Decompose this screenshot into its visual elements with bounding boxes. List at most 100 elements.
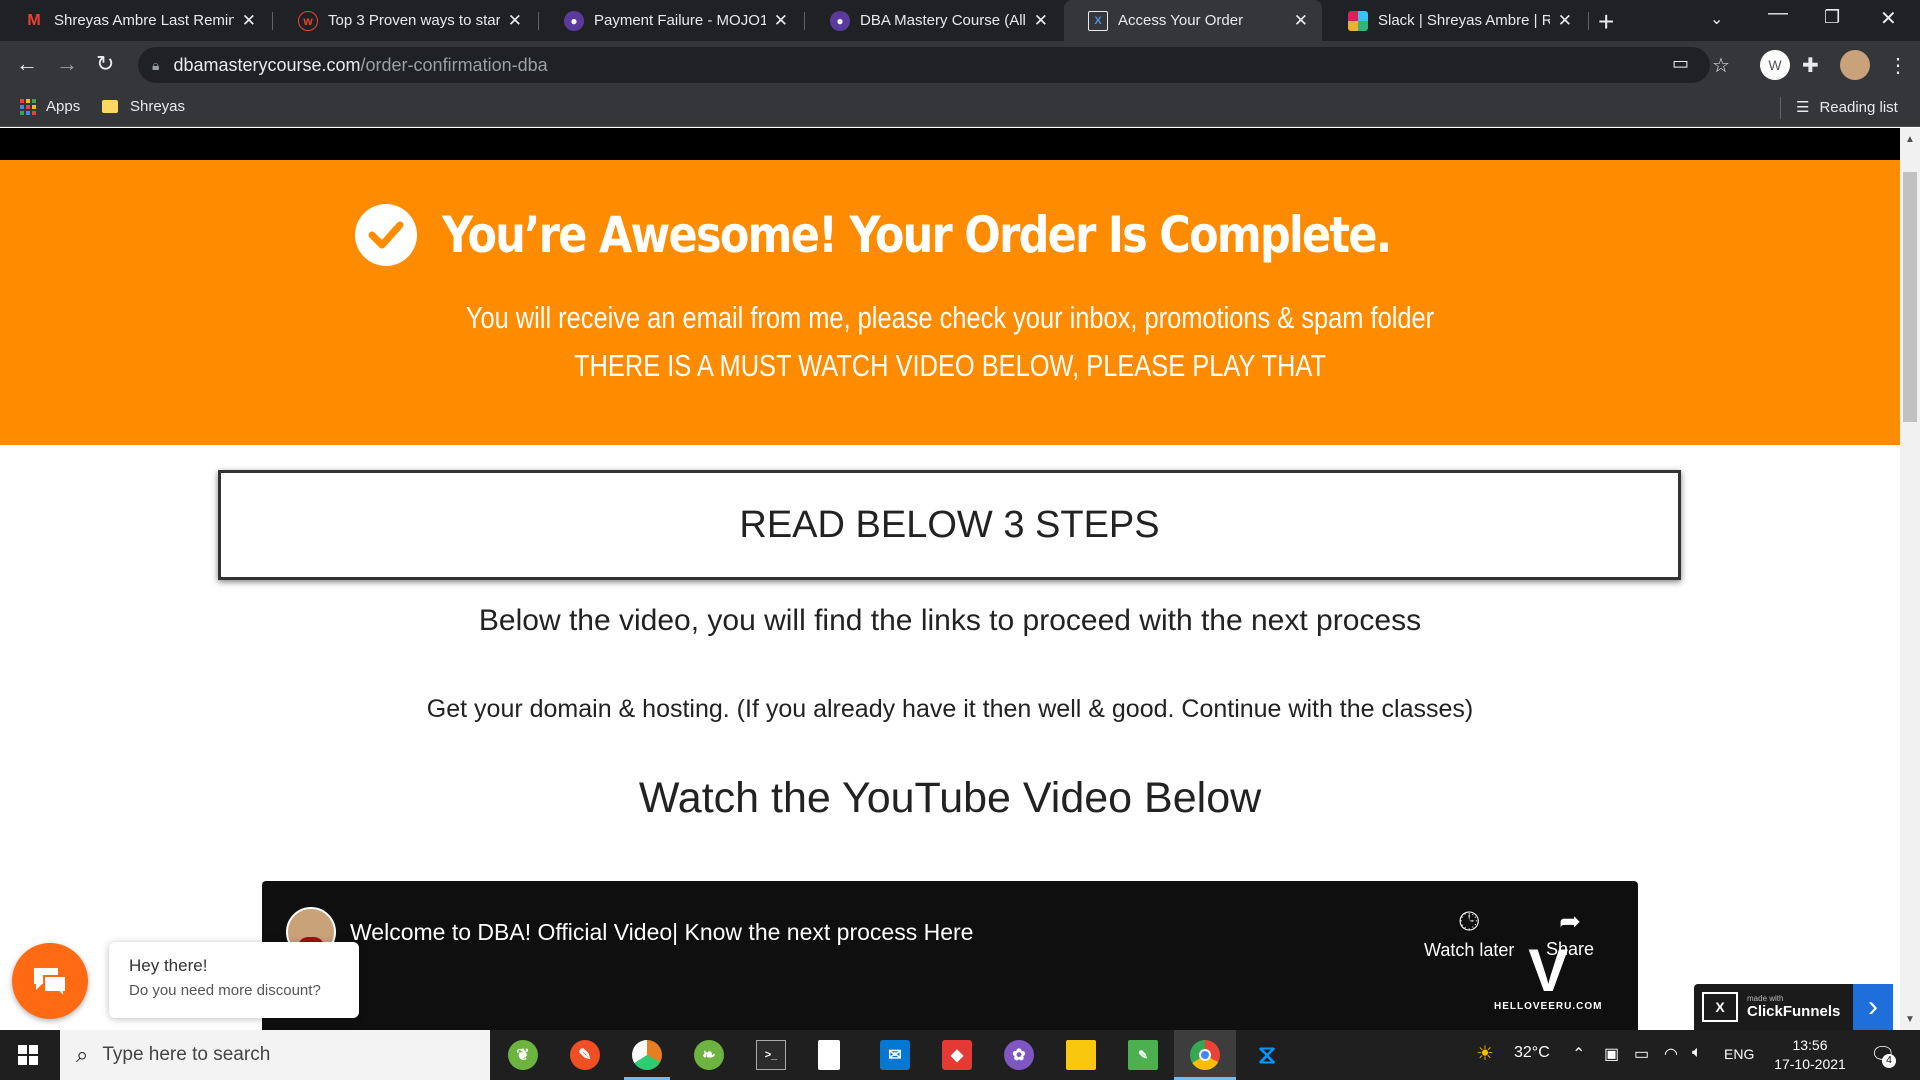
- reading-list-icon: ☰: [1796, 99, 1810, 116]
- reading-list-button[interactable]: ☰ Reading list: [1796, 98, 1898, 117]
- bookmark-apps[interactable]: Apps: [20, 98, 80, 115]
- apps-grid-icon: [20, 98, 36, 115]
- restore-button[interactable]: ❐: [1824, 7, 1840, 28]
- bookmarks-bar: Apps Shreyas ☰ Reading list: [0, 89, 1920, 127]
- tab-title: DBA Mastery Course (All in: [860, 12, 1026, 29]
- bookmark-folder-shreyas[interactable]: Shreyas: [102, 98, 185, 115]
- menu-kebab-icon[interactable]: ⋮: [1888, 53, 1908, 78]
- card-icon[interactable]: ▭: [1672, 53, 1689, 74]
- tab-top3[interactable]: w Top 3 Proven ways to start y ✕: [274, 0, 536, 41]
- spring-boot-icon[interactable]: ❧: [694, 1040, 724, 1070]
- tab-slack[interactable]: Slack | Shreyas Ambre | Rup ✕: [1324, 0, 1586, 41]
- file-icon[interactable]: [818, 1040, 840, 1070]
- check-circle-icon: [355, 204, 418, 266]
- tab-payment-failure[interactable]: ● Payment Failure - MOJO1a1 ✕: [540, 0, 802, 41]
- tab-gmail[interactable]: M Shreyas Ambre Last Reminder ✕: [0, 0, 270, 41]
- gmail-icon: M: [27, 11, 41, 29]
- page-content: You’re Awesome! Your Order Is Complete. …: [0, 128, 1900, 1030]
- vscode-icon[interactable]: ⧖: [1252, 1039, 1282, 1070]
- reload-button[interactable]: ↻: [96, 51, 114, 77]
- lock-icon: 🔒︎: [152, 56, 160, 73]
- mail-icon[interactable]: ✉: [880, 1040, 910, 1070]
- volume-icon[interactable]: 🔈︎: [1692, 1044, 1702, 1062]
- order-complete-banner: You’re Awesome! Your Order Is Complete. …: [0, 160, 1900, 445]
- notification-count: 4: [1882, 1054, 1896, 1068]
- system-clock[interactable]: 13:56 17-10-2021: [1770, 1036, 1850, 1074]
- tab-title: Slack | Shreyas Ambre | Rup: [1378, 12, 1550, 29]
- scroll-up-arrow[interactable]: ▲: [1905, 134, 1915, 145]
- steps-heading-box: READ BELOW 3 STEPS: [218, 470, 1681, 580]
- profile-avatar[interactable]: [1840, 50, 1870, 80]
- chrome-icon[interactable]: [1190, 1040, 1220, 1070]
- cf-made-with: made with: [1747, 994, 1784, 1003]
- close-icon[interactable]: ✕: [1294, 11, 1308, 31]
- language-indicator[interactable]: ENG: [1724, 1046, 1754, 1062]
- chat-greeting: Hey there!: [129, 956, 208, 975]
- windows-start-icon[interactable]: [18, 1045, 38, 1065]
- bookmark-star-icon[interactable]: ☆: [1712, 53, 1730, 78]
- close-icon[interactable]: ✕: [1034, 11, 1048, 31]
- instamojo-icon: ●: [830, 10, 850, 31]
- scroll-down-arrow[interactable]: ▼: [1905, 1014, 1915, 1025]
- clock-date: 17-10-2021: [1774, 1056, 1846, 1072]
- extensions-puzzle-icon[interactable]: ✚: [1802, 53, 1819, 78]
- close-window-button[interactable]: ✕: [1880, 6, 1897, 31]
- url-host: dbamasterycourse.com: [173, 54, 361, 75]
- forward-button[interactable]: →: [56, 51, 78, 77]
- hero-title: You’re Awesome! Your Order Is Complete.: [442, 206, 1392, 264]
- paint-icon[interactable]: ✿: [1004, 1040, 1034, 1070]
- chevron-right-icon[interactable]: ›: [1853, 984, 1893, 1030]
- weather-temp[interactable]: 32°C: [1514, 1044, 1550, 1062]
- anydesk-icon[interactable]: ◆: [942, 1040, 972, 1070]
- top-black-bar: [0, 128, 1900, 160]
- minimize-button[interactable]: —: [1768, 2, 1788, 25]
- clickfunnels-badge[interactable]: X made with ClickFunnels ›: [1694, 984, 1893, 1030]
- weather-icon[interactable]: ☀: [1476, 1041, 1494, 1066]
- scrollbar-thumb[interactable]: [1903, 172, 1917, 422]
- reading-list-label: Reading list: [1819, 98, 1898, 116]
- chat-launcher-button[interactable]: [12, 943, 88, 1019]
- tab-access-order[interactable]: X Access Your Order ✕: [1064, 0, 1322, 41]
- tab-bar: M Shreyas Ambre Last Reminder ✕ w Top 3 …: [0, 0, 1920, 41]
- meet-now-icon[interactable]: ▣: [1604, 1044, 1619, 1064]
- hero-notice: THERE IS A MUST WATCH VIDEO BELOW, PLEAS…: [574, 348, 1326, 383]
- wifi-icon[interactable]: ◠: [1664, 1044, 1678, 1064]
- taskbar-search[interactable]: ⌕ Type here to search: [60, 1030, 490, 1080]
- tab-title: Payment Failure - MOJO1a1: [594, 12, 766, 29]
- address-bar[interactable]: 🔒︎ dbamasterycourse.com/order-confirmati…: [138, 47, 1710, 83]
- page-scrollbar[interactable]: ▲ ▼: [1900, 128, 1920, 1030]
- new-tab-button[interactable]: +: [1598, 6, 1614, 38]
- tab-dba-course[interactable]: ● DBA Mastery Course (All in ✕: [806, 0, 1062, 41]
- chat-greeting-popup[interactable]: Hey there! Do you need more discount?: [109, 942, 359, 1018]
- back-button[interactable]: ←: [16, 51, 38, 77]
- bookmark-label: Shreyas: [130, 98, 186, 115]
- instamojo-icon: ●: [564, 10, 584, 31]
- clickfunnels-logo-icon: X: [1702, 992, 1738, 1022]
- search-icon: ⌕: [76, 1042, 89, 1067]
- spring-tool-icon[interactable]: ❦: [508, 1040, 538, 1070]
- clickfunnels-icon: X: [1088, 10, 1108, 31]
- close-icon[interactable]: ✕: [242, 11, 256, 31]
- postman-icon[interactable]: ✎: [570, 1040, 600, 1070]
- windows-taskbar: ⌕ Type here to search ❦ ✎ ❧ >_ ✉ ◆ ✿ ✎ ⧖…: [0, 1030, 1920, 1080]
- close-icon[interactable]: ✕: [1558, 11, 1572, 31]
- battery-icon[interactable]: ▭: [1634, 1044, 1649, 1064]
- file-explorer-icon[interactable]: [1066, 1040, 1096, 1070]
- tab-title: Top 3 Proven ways to start y: [328, 12, 500, 29]
- notification-center-icon[interactable]: 🗨︎ 4: [1870, 1042, 1896, 1068]
- eclipse-app-icon[interactable]: [632, 1040, 662, 1070]
- steps-heading: READ BELOW 3 STEPS: [739, 503, 1160, 546]
- browser-toolbar: ← → ↻ 🔒︎ dbamasterycourse.com/order-conf…: [0, 41, 1920, 89]
- youtube-video-player[interactable]: Welcome to DBA! Official Video| Know the…: [262, 881, 1638, 1030]
- notepad-plus-icon[interactable]: ✎: [1128, 1040, 1158, 1070]
- extension-w-icon[interactable]: W: [1760, 50, 1790, 80]
- tab-search-icon[interactable]: ⌄: [1710, 9, 1723, 29]
- terminal-icon[interactable]: >_: [756, 1040, 786, 1070]
- hero-subtitle: You will receive an email from me, pleas…: [465, 300, 1435, 335]
- bookmark-label: Apps: [46, 98, 81, 115]
- video-title[interactable]: Welcome to DBA! Official Video| Know the…: [350, 919, 973, 946]
- chevron-up-icon[interactable]: ⌃: [1572, 1044, 1585, 1064]
- close-icon[interactable]: ✕: [508, 11, 522, 31]
- close-icon[interactable]: ✕: [774, 11, 788, 31]
- tab-title: Shreyas Ambre Last Reminder: [54, 12, 234, 29]
